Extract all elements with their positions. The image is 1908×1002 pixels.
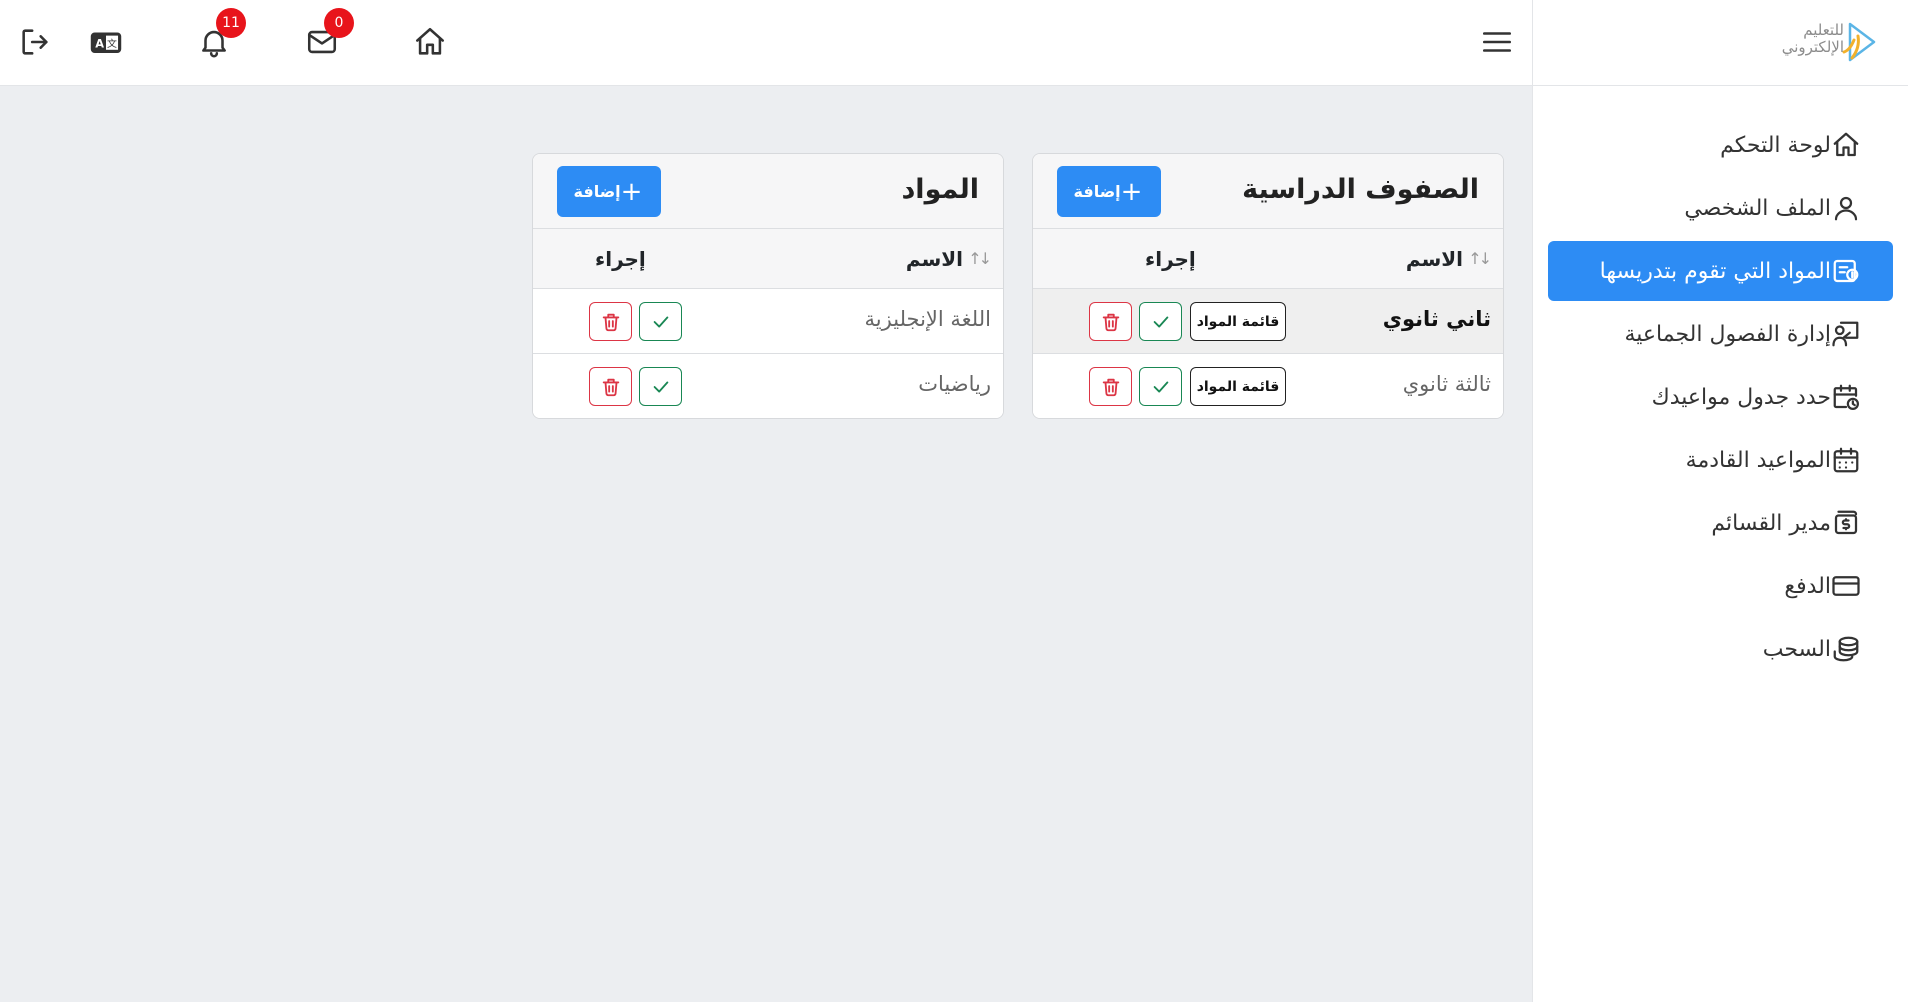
messages-badge: 0	[324, 8, 354, 38]
sidebar-item-label: لوحة التحكم	[1720, 132, 1831, 158]
grades-card-header: الصفوف الدراسية + إضافة	[1033, 154, 1503, 229]
sidebar-item-payment[interactable]: الدفع	[1548, 556, 1893, 616]
logo-text: للتعليم الإلكتروني	[1782, 22, 1844, 56]
plus-icon: +	[1120, 176, 1143, 207]
sidebar-item-set-schedule[interactable]: حدد جدول مواعيدك	[1548, 367, 1893, 427]
column-header-name[interactable]: الاسم	[906, 247, 963, 271]
sidebar-item-withdraw[interactable]: السحب	[1548, 619, 1893, 679]
delete-button[interactable]	[1089, 367, 1132, 406]
sidebar-item-label: الدفع	[1784, 573, 1831, 599]
book-money-icon	[1833, 259, 1859, 283]
sort-icon[interactable]: ↑↓	[968, 249, 992, 268]
approve-button[interactable]	[639, 367, 682, 406]
grades-table-header: ↑↓ الاسم إجراء	[1033, 229, 1503, 289]
logo-line-2: الإلكتروني	[1781, 38, 1844, 56]
presentation-icon	[1832, 321, 1859, 347]
grades-title: الصفوف الدراسية	[1242, 174, 1479, 205]
check-icon	[1153, 381, 1168, 392]
sidebar-item-label: حدد جدول مواعيدك	[1651, 384, 1831, 410]
calendar-clock-icon	[1833, 384, 1859, 410]
home-icon	[1833, 132, 1859, 157]
sort-icon[interactable]: ↑↓	[1468, 249, 1492, 268]
add-subject-label: إضافة	[573, 182, 621, 201]
trash-icon	[602, 313, 619, 331]
sidebar-item-label: مدير القسائم	[1711, 510, 1831, 536]
table-row: ثالثة ثانوي قائمة المواد	[1033, 354, 1503, 418]
trash-icon	[602, 378, 619, 396]
voucher-icon	[1834, 510, 1858, 535]
notifications-badge: 11	[216, 8, 246, 38]
top-bar: A文 11 0	[0, 0, 1532, 86]
subjects-table-header: ↑↓ الاسم إجراء	[533, 229, 1003, 289]
calendar-icon	[1833, 447, 1859, 473]
messages-icon[interactable]: 0	[302, 8, 354, 62]
table-row: رياضيات	[533, 354, 1003, 418]
grades-card: الصفوف الدراسية + إضافة ↑↓ الاسم إجراء ث…	[1032, 153, 1504, 419]
credit-card-icon	[1832, 576, 1860, 596]
sidebar-item-label: الملف الشخصي	[1684, 195, 1831, 221]
subjects-list-button[interactable]: قائمة المواد	[1190, 367, 1286, 406]
approve-button[interactable]	[1139, 302, 1182, 341]
trash-icon	[1102, 378, 1119, 396]
delete-button[interactable]	[1089, 302, 1132, 341]
grade-name: ثالثة ثانوي	[1402, 372, 1491, 396]
menu-toggle-icon[interactable]	[1477, 22, 1517, 62]
sidebar-header: للتعليم الإلكتروني	[1533, 0, 1908, 86]
add-grade-button[interactable]: + إضافة	[1057, 166, 1161, 217]
sidebar-nav: لوحة التحكم الملف الشخصي المواد التي تقو…	[1533, 86, 1908, 679]
notifications-icon[interactable]: 11	[194, 8, 246, 62]
subjects-list-button[interactable]: قائمة المواد	[1190, 302, 1286, 341]
svg-text:A: A	[95, 37, 104, 51]
sidebar-item-upcoming[interactable]: المواعيد القادمة	[1548, 430, 1893, 490]
column-header-action: إجراء	[595, 247, 646, 271]
sidebar-item-group-classes[interactable]: إدارة الفصول الجماعية	[1548, 304, 1893, 364]
sidebar-item-vouchers[interactable]: مدير القسائم	[1548, 493, 1893, 553]
subject-name: اللغة الإنجليزية	[864, 307, 991, 331]
delete-button[interactable]	[589, 302, 632, 341]
language-icon[interactable]: A文	[86, 22, 126, 62]
sidebar: للتعليم الإلكتروني لوحة التحكم الملف الش…	[1532, 0, 1908, 1002]
trash-icon	[1102, 313, 1119, 331]
sidebar-item-label: المواعيد القادمة	[1685, 447, 1831, 473]
user-icon	[1834, 196, 1858, 221]
sidebar-item-my-subjects[interactable]: المواد التي تقوم بتدريسها	[1548, 241, 1893, 301]
approve-button[interactable]	[639, 302, 682, 341]
table-row: اللغة الإنجليزية	[533, 289, 1003, 354]
grade-name: ثاني ثانوي	[1382, 307, 1491, 331]
column-header-name[interactable]: الاسم	[1406, 247, 1463, 271]
logout-icon[interactable]	[15, 22, 55, 62]
table-row: ثاني ثانوي قائمة المواد	[1033, 289, 1503, 354]
home-icon[interactable]	[410, 22, 450, 62]
subject-name: رياضيات	[918, 372, 991, 396]
column-header-action: إجراء	[1145, 247, 1196, 271]
svg-text:文: 文	[107, 37, 117, 50]
logo-line-1: للتعليم	[1803, 21, 1844, 39]
add-subject-button[interactable]: + إضافة	[557, 166, 661, 217]
sidebar-item-label: السحب	[1762, 636, 1831, 662]
coins-icon	[1833, 636, 1859, 662]
subjects-card-header: المواد + إضافة	[533, 154, 1003, 229]
add-grade-label: إضافة	[1073, 182, 1121, 201]
check-icon	[653, 381, 668, 392]
subjects-title: المواد	[901, 174, 979, 205]
check-icon	[1153, 316, 1168, 327]
sidebar-item-profile[interactable]: الملف الشخصي	[1548, 178, 1893, 238]
sidebar-item-label: إدارة الفصول الجماعية	[1624, 321, 1831, 347]
delete-button[interactable]	[589, 367, 632, 406]
sidebar-item-label: المواد التي تقوم بتدريسها	[1599, 258, 1831, 284]
subjects-card: المواد + إضافة ↑↓ الاسم إجراء اللغة الإن…	[532, 153, 1004, 419]
check-icon	[653, 316, 668, 327]
approve-button[interactable]	[1139, 367, 1182, 406]
plus-icon: +	[620, 176, 643, 207]
sidebar-item-dashboard[interactable]: لوحة التحكم	[1548, 115, 1893, 175]
